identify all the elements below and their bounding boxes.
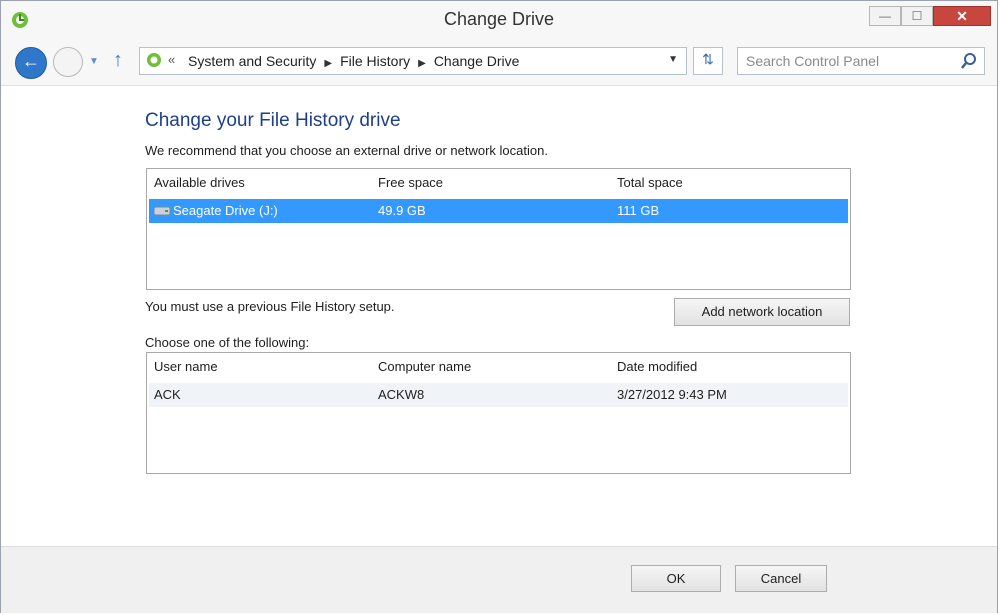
cancel-button[interactable]: Cancel [735,565,827,592]
navigation-bar: ← ▼ ↑ « System and Security ▶ File History… [1,39,997,86]
refresh-button[interactable]: ⇅ [693,47,723,75]
previous-setup-message: You must use a previous File History set… [145,299,395,314]
column-header-free-space[interactable]: Free space [378,175,443,190]
previous-setups-list[interactable]: User name Computer name Date modified AC… [146,352,851,474]
refresh-icon: ⇅ [702,51,714,67]
breadcrumb-system-and-security[interactable]: System and Security [188,53,316,69]
minimize-icon: — [879,9,891,23]
address-bar[interactable]: « System and Security ▶ File History ▶ Chang… [139,47,687,75]
column-header-user-name[interactable]: User name [154,359,218,374]
recent-locations-dropdown-icon[interactable]: ▼ [89,56,99,67]
drive-total-space: 111 GB [617,203,660,218]
search-icon[interactable] [960,52,978,70]
breadcrumb-file-history[interactable]: File History [340,53,410,69]
breadcrumb-change-drive[interactable]: Change Drive [434,53,520,69]
column-header-total-space[interactable]: Total space [617,175,683,190]
maximize-icon: ☐ [911,9,923,23]
column-header-available-drives[interactable]: Available drives [154,175,245,190]
close-icon: ✕ [956,8,968,24]
setup-row[interactable]: ACK ACKW8 3/27/2012 9:43 PM [149,383,848,407]
window-title: Change Drive [443,9,555,29]
breadcrumb: System and Security ▶ File History ▶ Change … [188,53,519,69]
page-title: Change your File History drive [145,110,401,131]
breadcrumb-separator-icon[interactable]: ▶ [324,58,332,69]
dialog-footer: OK Cancel [1,546,997,613]
drive-name: Seagate Drive (J:) [173,203,278,218]
drive-icon [153,206,171,216]
column-header-date-modified[interactable]: Date modified [617,359,697,374]
main-content: Change your File History drive We recomm… [1,86,997,546]
file-history-icon [147,53,161,67]
title-bar: Change Drive — ☐ ✕ [1,1,997,39]
address-dropdown-icon[interactable]: ▼ [668,54,678,65]
add-network-location-button[interactable]: Add network location [674,298,850,326]
close-button[interactable]: ✕ [933,6,991,26]
recommendation-text: We recommend that you choose an external… [145,143,548,158]
up-arrow-icon[interactable]: ↑ [113,49,123,72]
setup-computer: ACKW8 [378,387,425,402]
drive-free-space: 49.9 GB [378,203,426,218]
change-drive-window: Change Drive — ☐ ✕ ← ▼ ↑ « System and Se… [0,0,998,613]
ok-button[interactable]: OK [631,565,721,592]
available-drives-list[interactable]: Available drives Free space Total space … [146,168,851,290]
setup-date: 3/27/2012 9:43 PM [617,387,727,402]
chevrons-icon[interactable]: « [168,52,175,67]
search-box [737,47,985,75]
minimize-button[interactable]: — [869,6,901,26]
breadcrumb-separator-icon[interactable]: ▶ [418,58,426,69]
choose-label: Choose one of the following: [145,335,310,350]
setup-user: ACK [154,387,181,402]
search-input[interactable] [746,52,946,70]
arrow-left-icon: ← [22,51,40,71]
drive-row-selected[interactable]: Seagate Drive (J:) 49.9 GB 111 GB [149,199,848,223]
column-header-computer-name[interactable]: Computer name [378,359,471,374]
back-button[interactable]: ← [15,47,47,79]
maximize-button[interactable]: ☐ [901,6,933,26]
forward-button[interactable] [53,47,83,77]
